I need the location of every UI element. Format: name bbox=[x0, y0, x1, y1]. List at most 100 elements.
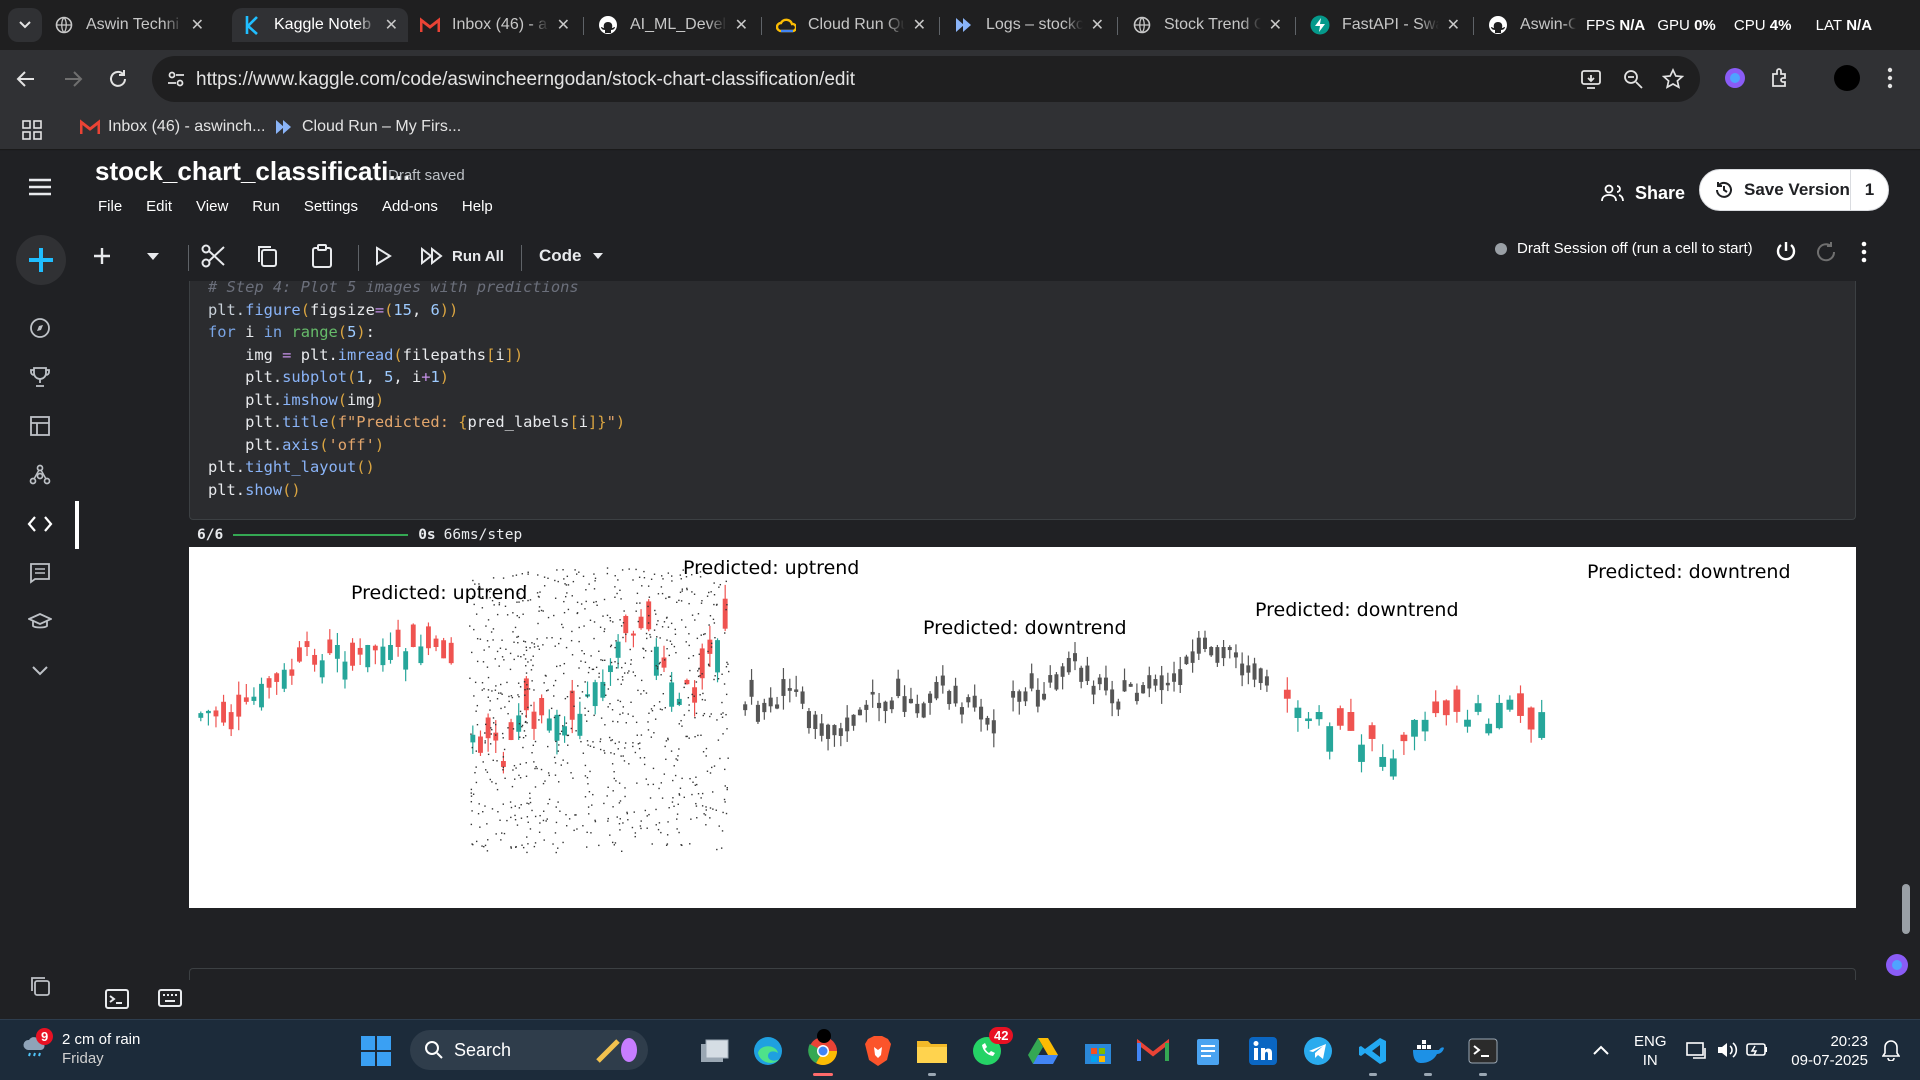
start-button[interactable] bbox=[358, 1033, 394, 1069]
browser-tab[interactable]: Cloud Run Qu ✕ bbox=[766, 8, 936, 42]
close-tab-icon[interactable]: ✕ bbox=[735, 15, 748, 35]
run-all-button[interactable]: Run All bbox=[420, 241, 504, 271]
gemini-icon[interactable] bbox=[1723, 66, 1747, 90]
browser-tab[interactable]: Kaggle Noteb ✕ bbox=[232, 8, 408, 42]
reload-button[interactable] bbox=[106, 67, 130, 91]
create-button[interactable] bbox=[16, 235, 66, 285]
menu-file[interactable]: File bbox=[98, 198, 122, 215]
close-tab-icon[interactable]: ✕ bbox=[557, 15, 570, 35]
bookmark-cloud-run[interactable]: Cloud Run – My Firs... bbox=[274, 118, 461, 136]
notification-bell-icon[interactable] bbox=[1882, 1039, 1900, 1061]
gmail-icon[interactable] bbox=[1135, 1033, 1171, 1069]
notebook-scrollbar[interactable] bbox=[1902, 884, 1910, 934]
competitions-trophy-icon[interactable] bbox=[21, 358, 59, 396]
menu-settings[interactable]: Settings bbox=[304, 198, 358, 215]
browser-tab[interactable]: Inbox (46) - a ✕ bbox=[410, 8, 580, 42]
explore-compass-icon[interactable] bbox=[21, 309, 59, 347]
share-button[interactable]: Share bbox=[1585, 171, 1701, 215]
your-work-icon[interactable] bbox=[21, 967, 59, 1005]
edge-icon[interactable] bbox=[750, 1033, 786, 1069]
bookmark-star-icon[interactable] bbox=[1662, 68, 1684, 90]
close-tab-icon[interactable]: ✕ bbox=[191, 15, 204, 35]
tray-chevron-up-icon[interactable] bbox=[1592, 1044, 1610, 1056]
notebook-title[interactable]: stock_chart_classificati... bbox=[95, 156, 410, 187]
install-app-icon[interactable] bbox=[1580, 68, 1602, 90]
save-version-button[interactable]: Save Version 1 bbox=[1699, 169, 1889, 211]
terminal-icon[interactable] bbox=[1465, 1033, 1501, 1076]
paste-button[interactable] bbox=[311, 241, 333, 271]
console-icon[interactable] bbox=[105, 988, 129, 1010]
code-cell[interactable]: # Step 4: Plot 5 images with predictions… bbox=[189, 281, 1856, 520]
chrome-icon[interactable] bbox=[805, 1029, 841, 1076]
version-count[interactable]: 1 bbox=[1850, 170, 1888, 210]
task-view-icon[interactable] bbox=[696, 1033, 732, 1069]
apps-grid-icon[interactable] bbox=[22, 120, 42, 140]
browser-tab[interactable]: AI_ML_Develo ✕ bbox=[588, 8, 758, 42]
menu-run[interactable]: Run bbox=[252, 198, 280, 215]
datasets-table-icon[interactable] bbox=[21, 407, 59, 445]
learn-graduation-icon[interactable] bbox=[21, 603, 59, 641]
browser-tab[interactable]: Aswin Techni ✕ bbox=[44, 8, 214, 42]
cell-type-select[interactable]: Code bbox=[539, 241, 604, 271]
code-editor[interactable]: # Step 4: Plot 5 images with predictions… bbox=[208, 281, 625, 501]
url-text[interactable]: https://www.kaggle.com/code/aswincheerng… bbox=[196, 69, 855, 91]
battery-icon[interactable] bbox=[1746, 1042, 1768, 1058]
docker-icon[interactable] bbox=[1410, 1033, 1446, 1076]
omnibox[interactable]: https://www.kaggle.com/code/aswincheerng… bbox=[152, 56, 1700, 102]
clock[interactable]: 20:23 09-07-2025 bbox=[1786, 1032, 1868, 1070]
network-icon[interactable] bbox=[1686, 1040, 1708, 1060]
menu-add-ons[interactable]: Add-ons bbox=[382, 198, 438, 215]
bookmark-inbox[interactable]: Inbox (46) - aswinch... bbox=[80, 118, 265, 136]
browser-tab[interactable]: Aswin-Chee bbox=[1478, 8, 1586, 42]
back-button[interactable] bbox=[14, 67, 38, 91]
browser-tab[interactable]: Logs – stockc ✕ bbox=[944, 8, 1114, 42]
taskbar-search[interactable]: Search bbox=[410, 1030, 648, 1070]
file-explorer-icon[interactable] bbox=[914, 1033, 950, 1076]
noise-speckle bbox=[679, 574, 682, 576]
hamburger-menu-icon[interactable] bbox=[21, 168, 59, 206]
menu-help[interactable]: Help bbox=[462, 198, 493, 215]
more-options-icon[interactable] bbox=[1860, 240, 1868, 264]
weather-widget[interactable]: 9 2 cm of rain Friday bbox=[22, 1028, 140, 1067]
browser-tab[interactable]: Stock Trend C ✕ bbox=[1122, 8, 1292, 42]
tab-search-button[interactable] bbox=[8, 8, 42, 42]
models-icon[interactable] bbox=[21, 456, 59, 494]
browser-menu-icon[interactable] bbox=[1886, 66, 1894, 90]
brave-icon[interactable] bbox=[860, 1033, 896, 1069]
add-cell-button[interactable] bbox=[92, 241, 112, 271]
notepad-icon[interactable] bbox=[1190, 1033, 1226, 1069]
menu-view[interactable]: View bbox=[196, 198, 228, 215]
copy-button[interactable] bbox=[256, 241, 278, 271]
cut-button[interactable] bbox=[200, 241, 226, 271]
telegram-icon[interactable] bbox=[1300, 1033, 1336, 1069]
google-drive-icon[interactable] bbox=[1025, 1033, 1061, 1069]
input-language[interactable]: ENG IN bbox=[1634, 1032, 1667, 1070]
zoom-icon[interactable] bbox=[1622, 68, 1644, 90]
microsoft-store-icon[interactable] bbox=[1080, 1033, 1116, 1069]
run-cell-button[interactable] bbox=[374, 241, 392, 271]
extensions-icon[interactable] bbox=[1769, 66, 1793, 90]
restart-button[interactable] bbox=[1814, 240, 1838, 264]
close-tab-icon[interactable]: ✕ bbox=[1447, 15, 1460, 35]
linkedin-icon[interactable] bbox=[1245, 1033, 1281, 1069]
volume-icon[interactable] bbox=[1716, 1040, 1738, 1060]
power-button[interactable] bbox=[1774, 240, 1798, 264]
vscode-icon[interactable] bbox=[1355, 1033, 1391, 1076]
whatsapp-icon[interactable]: 42 bbox=[969, 1027, 1014, 1069]
more-chevron-down-icon[interactable] bbox=[21, 652, 59, 690]
close-tab-icon[interactable]: ✕ bbox=[913, 15, 926, 35]
menu-edit[interactable]: Edit bbox=[146, 198, 172, 215]
profile-avatar[interactable] bbox=[1834, 65, 1860, 91]
discussions-icon[interactable] bbox=[21, 554, 59, 592]
close-tab-icon[interactable]: ✕ bbox=[1269, 15, 1282, 35]
close-tab-icon[interactable]: ✕ bbox=[1091, 15, 1104, 35]
noise-speckle bbox=[525, 715, 527, 717]
code-icon[interactable] bbox=[21, 505, 59, 543]
keyboard-shortcuts-icon[interactable] bbox=[158, 988, 182, 1008]
browser-tab[interactable]: FastAPI - Swa ✕ bbox=[1300, 8, 1470, 42]
site-info-icon[interactable] bbox=[166, 69, 186, 89]
forward-button[interactable] bbox=[61, 67, 85, 91]
close-tab-icon[interactable]: ✕ bbox=[385, 15, 398, 35]
add-cell-dropdown[interactable] bbox=[146, 241, 160, 271]
gemini-assist-icon[interactable] bbox=[1884, 952, 1910, 978]
